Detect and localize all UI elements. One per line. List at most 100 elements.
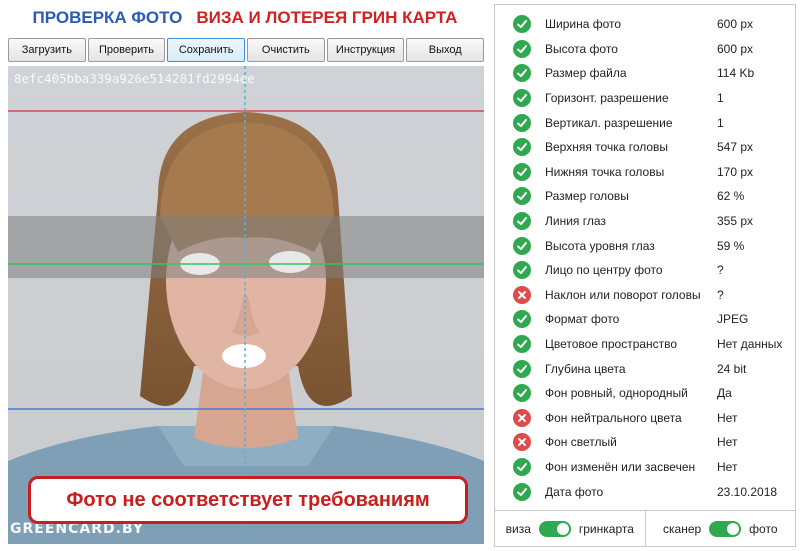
check-pass-icon [513,138,531,157]
check-pass-icon [513,113,531,132]
check-pass-icon [513,359,531,378]
check-label: Высота фото [545,41,618,56]
visa-greencard-switch[interactable] [538,520,571,537]
check-row: Фон изменён или засвечен Нет [495,455,795,480]
verdict-banner: Фото не соответствует требованиям [28,476,468,524]
check-row: Размер головы 62 % [495,184,795,209]
check-label: Размер файла [545,66,627,81]
check-pass-icon [513,89,531,108]
verdict-text: Фото не соответствует требованиям [66,488,430,511]
check-pass-icon [513,39,531,58]
check-label: Фон ровный, однородный [545,386,688,401]
mode-toggles: виза гринкарта сканер фото [494,511,796,547]
toggle-greencard-label: гринкарта [578,521,634,536]
toggle-group-source: сканер фото [644,511,796,546]
check-row: Линия глаз 355 px [495,209,795,234]
toggle-scanner-label: сканер [663,521,702,536]
check-row: Лицо по центру фото? [495,258,795,283]
check-pass-icon [513,310,531,329]
load-button[interactable]: Загрузить [8,38,86,62]
save-button[interactable]: Сохранить [167,38,246,62]
scanner-photo-switch[interactable] [709,520,742,537]
check-pass-icon [513,261,531,280]
check-row: Размер файла 114 Kb [495,61,795,86]
title-visa-lottery: ВИЗА И ЛОТЕРЕЯ ГРИН КАРТА [196,8,458,27]
toggle-group-visa: виза гринкарта [495,511,645,546]
check-value: ? [717,287,724,302]
exit-button[interactable]: Выход [406,38,485,62]
check-pass-icon [513,187,531,206]
check-label: Верхняя точка головы [545,140,669,155]
switch-knob [727,522,740,535]
check-row: Фон светлый Нет [495,430,795,455]
title-photo-check: ПРОВЕРКА ФОТО [32,8,183,27]
check-label: Нижняя точка головы [545,164,665,179]
photo-preview[interactable]: 8efc405bba339a926e514281fd2994ee Фото не… [8,66,484,544]
check-pass-icon [513,236,531,255]
check-value: 600 px [717,17,754,32]
check-row: Верхняя точка головы 547 px [495,135,795,160]
check-value: ? [717,263,724,278]
check-value: 23.10.2018 [717,484,778,499]
check-button[interactable]: Проверить [87,38,166,62]
clear-button[interactable]: Очистить [247,38,325,62]
check-label: Фон нейтрального цвета [545,410,682,425]
check-label: Глубина цвета [545,361,626,376]
check-value: 114 Kb [717,66,755,81]
check-row: Формат фото JPEG [495,307,795,332]
check-pass-icon [513,64,531,83]
check-value: JPEG [717,312,749,327]
checks-panel: Ширина фото 600 px Высота фото 600 px Размер… [494,4,796,511]
check-label: Ширина фото [545,17,622,32]
check-label: Наклон или поворот головы [545,287,701,302]
check-row: Высота фото 600 px [495,37,795,62]
check-label: Размер головы [545,189,629,204]
check-value: 600 px [717,41,754,56]
photo-hash: 8efc405bba339a926e514281fd2994ee [14,71,255,86]
check-fail-icon [513,285,531,304]
check-row: Глубина цвета 24 bit [495,356,795,381]
check-pass-icon [513,162,531,181]
check-pass-icon [513,384,531,403]
check-label: Цветовое пространство [545,337,678,352]
check-label: Вертикал. разрешение [545,115,673,130]
check-value: 547 px [717,140,754,155]
toolbar: Загрузить Проверить Сохранить Очистить И… [8,38,485,62]
check-row: Вертикал. разрешение 1 [495,110,795,135]
check-row: Цветовое пространство Нет данных [495,332,795,357]
checks-list: Ширина фото 600 px Высота фото 600 px Размер… [495,12,795,504]
app-title: ПРОВЕРКА ФОТО ВИЗА И ЛОТЕРЕЯ ГРИН КАРТА [0,0,490,36]
check-label: Высота уровня глаз [545,238,655,253]
instruction-button[interactable]: Инструкция [326,38,405,62]
check-label: Фон светлый [545,435,617,450]
check-value: Нет [717,410,738,425]
toggle-photo-label: фото [749,521,778,536]
check-row: Дата фото 23.10.2018 [495,479,795,504]
check-value: Нет [717,435,738,450]
portrait-image [8,66,484,544]
check-pass-icon [513,15,531,34]
check-pass-icon [513,482,531,501]
check-value: 1 [717,115,724,130]
check-label: Фон изменён или засвечен [545,459,696,474]
check-fail-icon [513,433,531,452]
toggle-visa-label: виза [505,521,531,536]
check-fail-icon [513,408,531,427]
check-value: 170 px [717,164,754,179]
check-row: Наклон или поворот головы? [495,283,795,308]
check-row: Нижняя точка головы 170 px [495,160,795,185]
check-value: Нет [717,459,738,474]
check-row: Горизонт. разрешение 1 [495,86,795,111]
check-value: Нет данных [717,337,783,352]
check-label: Лицо по центру фото [545,263,663,278]
check-value: 59 % [717,238,745,253]
check-label: Линия глаз [545,214,606,229]
check-row: Фон нейтрального цвета Нет [495,406,795,431]
check-label: Горизонт. разрешение [545,91,669,106]
check-label: Формат фото [545,312,620,327]
check-pass-icon [513,212,531,231]
check-row: Ширина фото 600 px [495,12,795,37]
check-value: 1 [717,91,724,106]
check-row: Высота уровня глаз 59 % [495,233,795,258]
check-pass-icon [513,335,531,354]
